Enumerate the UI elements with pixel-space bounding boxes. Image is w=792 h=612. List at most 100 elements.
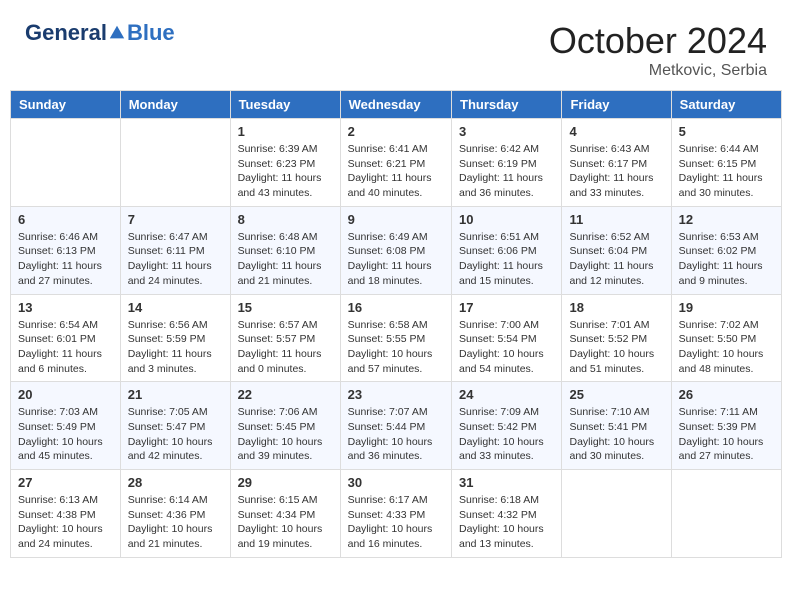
day-content: Sunrise: 6:44 AM Sunset: 6:15 PM Dayligh… xyxy=(679,142,774,201)
day-number: 6 xyxy=(18,212,113,227)
day-number: 19 xyxy=(679,300,774,315)
day-number: 27 xyxy=(18,475,113,490)
calendar-cell: 6 Sunrise: 6:46 AM Sunset: 6:13 PM Daylig… xyxy=(11,206,121,294)
day-number: 3 xyxy=(459,124,554,139)
day-number: 12 xyxy=(679,212,774,227)
calendar-week-2: 6 Sunrise: 6:46 AM Sunset: 6:13 PM Daylig… xyxy=(11,206,782,294)
day-content: Sunrise: 7:03 AM Sunset: 5:49 PM Dayligh… xyxy=(18,405,113,464)
day-content: Sunrise: 6:53 AM Sunset: 6:02 PM Dayligh… xyxy=(679,230,774,289)
day-content: Sunrise: 7:10 AM Sunset: 5:41 PM Dayligh… xyxy=(569,405,663,464)
calendar-week-5: 27 Sunrise: 6:13 AM Sunset: 4:38 PM Dayli… xyxy=(11,470,782,558)
day-content: Sunrise: 7:02 AM Sunset: 5:50 PM Dayligh… xyxy=(679,318,774,377)
day-content: Sunrise: 7:07 AM Sunset: 5:44 PM Dayligh… xyxy=(348,405,444,464)
day-content: Sunrise: 7:01 AM Sunset: 5:52 PM Dayligh… xyxy=(569,318,663,377)
title-area: October 2024 Metkovic, Serbia xyxy=(549,20,767,80)
calendar-cell: 9 Sunrise: 6:49 AM Sunset: 6:08 PM Daylig… xyxy=(340,206,451,294)
day-content: Sunrise: 6:39 AM Sunset: 6:23 PM Dayligh… xyxy=(238,142,333,201)
calendar-cell: 19 Sunrise: 7:02 AM Sunset: 5:50 PM Dayli… xyxy=(671,294,781,382)
day-content: Sunrise: 6:57 AM Sunset: 5:57 PM Dayligh… xyxy=(238,318,333,377)
day-content: Sunrise: 6:14 AM Sunset: 4:36 PM Dayligh… xyxy=(128,493,223,552)
day-number: 9 xyxy=(348,212,444,227)
day-content: Sunrise: 6:49 AM Sunset: 6:08 PM Dayligh… xyxy=(348,230,444,289)
day-number: 22 xyxy=(238,387,333,402)
day-content: Sunrise: 6:52 AM Sunset: 6:04 PM Dayligh… xyxy=(569,230,663,289)
day-content: Sunrise: 6:42 AM Sunset: 6:19 PM Dayligh… xyxy=(459,142,554,201)
day-content: Sunrise: 6:41 AM Sunset: 6:21 PM Dayligh… xyxy=(348,142,444,201)
logo: General Blue xyxy=(25,20,175,46)
calendar-cell: 18 Sunrise: 7:01 AM Sunset: 5:52 PM Dayli… xyxy=(562,294,671,382)
day-content: Sunrise: 6:15 AM Sunset: 4:34 PM Dayligh… xyxy=(238,493,333,552)
calendar-cell: 29 Sunrise: 6:15 AM Sunset: 4:34 PM Dayli… xyxy=(230,470,340,558)
calendar-cell: 17 Sunrise: 7:00 AM Sunset: 5:54 PM Dayli… xyxy=(452,294,562,382)
calendar-cell: 8 Sunrise: 6:48 AM Sunset: 6:10 PM Daylig… xyxy=(230,206,340,294)
day-number: 25 xyxy=(569,387,663,402)
day-content: Sunrise: 6:43 AM Sunset: 6:17 PM Dayligh… xyxy=(569,142,663,201)
day-content: Sunrise: 6:56 AM Sunset: 5:59 PM Dayligh… xyxy=(128,318,223,377)
day-content: Sunrise: 6:58 AM Sunset: 5:55 PM Dayligh… xyxy=(348,318,444,377)
calendar-header-row: SundayMondayTuesdayWednesdayThursdayFrid… xyxy=(11,91,782,119)
header-tuesday: Tuesday xyxy=(230,91,340,119)
calendar-cell xyxy=(562,470,671,558)
day-content: Sunrise: 6:17 AM Sunset: 4:33 PM Dayligh… xyxy=(348,493,444,552)
page-header: General Blue October 2024 Metkovic, Serb… xyxy=(10,10,782,85)
day-content: Sunrise: 6:54 AM Sunset: 6:01 PM Dayligh… xyxy=(18,318,113,377)
calendar-cell: 14 Sunrise: 6:56 AM Sunset: 5:59 PM Dayli… xyxy=(120,294,230,382)
day-content: Sunrise: 7:06 AM Sunset: 5:45 PM Dayligh… xyxy=(238,405,333,464)
day-number: 21 xyxy=(128,387,223,402)
calendar-cell: 27 Sunrise: 6:13 AM Sunset: 4:38 PM Dayli… xyxy=(11,470,121,558)
calendar-cell xyxy=(120,119,230,207)
day-number: 13 xyxy=(18,300,113,315)
day-number: 20 xyxy=(18,387,113,402)
day-number: 2 xyxy=(348,124,444,139)
day-number: 29 xyxy=(238,475,333,490)
day-number: 10 xyxy=(459,212,554,227)
day-number: 8 xyxy=(238,212,333,227)
calendar-cell: 25 Sunrise: 7:10 AM Sunset: 5:41 PM Dayli… xyxy=(562,382,671,470)
logo-general: General xyxy=(25,20,107,46)
calendar-cell: 22 Sunrise: 7:06 AM Sunset: 5:45 PM Dayli… xyxy=(230,382,340,470)
day-content: Sunrise: 6:13 AM Sunset: 4:38 PM Dayligh… xyxy=(18,493,113,552)
calendar-cell: 20 Sunrise: 7:03 AM Sunset: 5:49 PM Dayli… xyxy=(11,382,121,470)
header-monday: Monday xyxy=(120,91,230,119)
calendar-cell: 21Sunrise: 7:05 AM Sunset: 5:47 PM Dayli… xyxy=(120,382,230,470)
day-number: 26 xyxy=(679,387,774,402)
day-content: Sunrise: 6:51 AM Sunset: 6:06 PM Dayligh… xyxy=(459,230,554,289)
calendar-cell: 5Sunrise: 6:44 AM Sunset: 6:15 PM Daylig… xyxy=(671,119,781,207)
day-number: 14 xyxy=(128,300,223,315)
day-number: 15 xyxy=(238,300,333,315)
day-number: 24 xyxy=(459,387,554,402)
location-title: Metkovic, Serbia xyxy=(549,62,767,80)
day-content: Sunrise: 6:48 AM Sunset: 6:10 PM Dayligh… xyxy=(238,230,333,289)
day-number: 7 xyxy=(128,212,223,227)
calendar-cell: 30Sunrise: 6:17 AM Sunset: 4:33 PM Dayli… xyxy=(340,470,451,558)
calendar-cell: 23 Sunrise: 7:07 AM Sunset: 5:44 PM Dayli… xyxy=(340,382,451,470)
logo-blue: Blue xyxy=(127,20,175,46)
logo-icon xyxy=(108,24,126,42)
header-saturday: Saturday xyxy=(671,91,781,119)
day-number: 18 xyxy=(569,300,663,315)
header-wednesday: Wednesday xyxy=(340,91,451,119)
day-number: 16 xyxy=(348,300,444,315)
calendar-cell: 1Sunrise: 6:39 AM Sunset: 6:23 PM Daylig… xyxy=(230,119,340,207)
calendar-week-1: 1Sunrise: 6:39 AM Sunset: 6:23 PM Daylig… xyxy=(11,119,782,207)
calendar-cell xyxy=(11,119,121,207)
day-number: 17 xyxy=(459,300,554,315)
day-content: Sunrise: 6:46 AM Sunset: 6:13 PM Dayligh… xyxy=(18,230,113,289)
day-content: Sunrise: 7:00 AM Sunset: 5:54 PM Dayligh… xyxy=(459,318,554,377)
calendar-cell: 11 Sunrise: 6:52 AM Sunset: 6:04 PM Dayli… xyxy=(562,206,671,294)
calendar-cell: 28 Sunrise: 6:14 AM Sunset: 4:36 PM Dayli… xyxy=(120,470,230,558)
calendar-cell xyxy=(671,470,781,558)
day-number: 28 xyxy=(128,475,223,490)
calendar-cell: 7 Sunrise: 6:47 AM Sunset: 6:11 PM Daylig… xyxy=(120,206,230,294)
header-friday: Friday xyxy=(562,91,671,119)
day-number: 23 xyxy=(348,387,444,402)
calendar-cell: 3 Sunrise: 6:42 AM Sunset: 6:19 PM Daylig… xyxy=(452,119,562,207)
calendar-table: SundayMondayTuesdayWednesdayThursdayFrid… xyxy=(10,90,782,558)
day-number: 11 xyxy=(569,212,663,227)
header-thursday: Thursday xyxy=(452,91,562,119)
calendar-cell: 10 Sunrise: 6:51 AM Sunset: 6:06 PM Dayli… xyxy=(452,206,562,294)
day-content: Sunrise: 6:47 AM Sunset: 6:11 PM Dayligh… xyxy=(128,230,223,289)
day-number: 31 xyxy=(459,475,554,490)
calendar-cell: 31Sunrise: 6:18 AM Sunset: 4:32 PM Dayli… xyxy=(452,470,562,558)
calendar-cell: 26Sunrise: 7:11 AM Sunset: 5:39 PM Dayli… xyxy=(671,382,781,470)
